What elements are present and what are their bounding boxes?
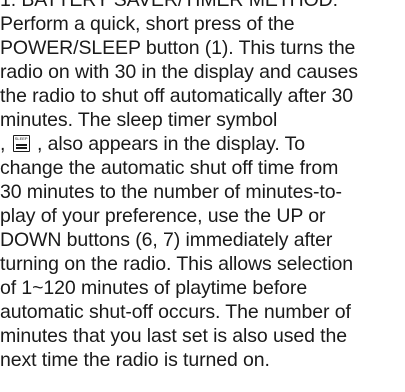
body-line: play of your preference, use the UP or <box>0 205 326 227</box>
body-line: POWER/SLEEP button (1). This turns the <box>0 37 356 59</box>
manual-page: 1. BATTERY SAVER/TIMER METHOD: Perform a… <box>0 0 405 372</box>
body-line: change the automatic shut off time from <box>0 157 339 179</box>
body-line: radio on with 30 in the display and caus… <box>0 61 358 83</box>
body-line: the radio to shut off automatically afte… <box>0 85 353 107</box>
section-heading: 1. BATTERY SAVER/TIMER METHOD: <box>0 0 338 11</box>
body-line: Perform a quick, short press of the <box>0 13 295 35</box>
body-line: minutes. The sleep timer symbol <box>0 109 278 131</box>
icon-line-suffix: , also appears in the display. To <box>36 133 306 155</box>
body-line-with-icon: , SLEEP , also appears in the display. T… <box>0 132 405 156</box>
body-line: DOWN buttons (6, 7) immediately after <box>0 229 333 251</box>
body-line: turning on the radio. This allows select… <box>0 253 354 275</box>
body-line: 30 minutes to the number of minutes-to- <box>0 181 342 203</box>
body-line: of 1~120 minutes of playtime before <box>0 277 308 299</box>
body-line: next time the radio is turned on. <box>0 349 270 371</box>
sleep-icon-label: SLEEP <box>14 136 28 141</box>
body-line: automatic shut-off occurs. The number of <box>0 301 351 323</box>
icon-line-prefix: , <box>0 133 6 155</box>
body-line: minutes that you last set is also used t… <box>0 325 347 347</box>
sleep-timer-icon: SLEEP <box>12 135 30 152</box>
